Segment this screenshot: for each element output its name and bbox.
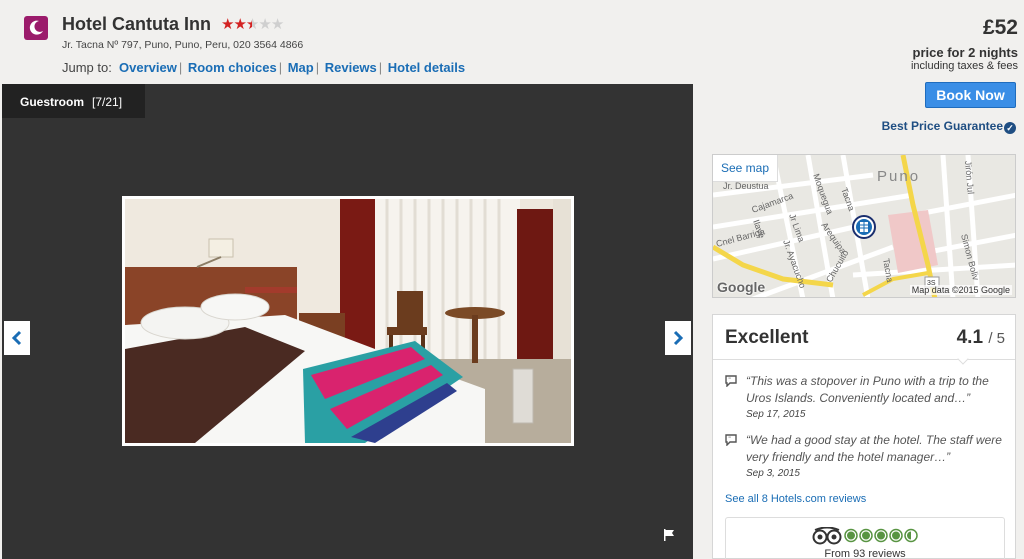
review-text: “We had a good stay at the hotel. The st… [746,433,1002,464]
svg-text:": " [729,437,731,443]
report-flag-icon[interactable] [663,529,675,541]
speech-bubble-icon: " [725,375,737,387]
separator: | [278,60,283,75]
review-date: Sep 17, 2015 [746,409,806,420]
star-full-icon: ★ [233,16,246,33]
hotel-address: Jr. Tacna Nº 797, Puno, Puno, Peru, 020 … [62,39,304,51]
guestroom-image [125,199,571,443]
speech-bubble-icon: " [725,434,737,446]
jump-link-reviews[interactable]: Reviews [325,60,377,75]
tripadvisor-box[interactable]: From 93 reviews [725,517,1005,559]
svg-text:": " [729,378,731,384]
hotel-name: Hotel Cantuta Inn [62,14,211,34]
tripadvisor-review-count: From 93 reviews [824,548,906,559]
book-now-button[interactable]: Book Now [925,82,1016,108]
tripadvisor-bubble-rating [844,528,918,543]
star-full-icon: ★ [221,16,234,33]
map-city-label: Puno [877,168,920,185]
info-icon: ✓ [1004,122,1016,134]
star-empty-icon: ★ [270,16,284,33]
hotels-brand-icon [24,16,48,40]
map-attribution: Map data ©2015 Google [909,285,1012,295]
hotel-page: Hotel Cantuta Inn ★★★★★ Jr. Tacna Nº 797… [0,0,1024,559]
chevron-right-icon [673,330,684,346]
jump-link-overview[interactable]: Overview [119,60,177,75]
see-all-reviews-link[interactable]: See all 8 Hotels.com reviews [725,493,866,505]
rating-scale: / 5 [988,330,1005,347]
review-text: “This was a stopover in Puno with a trip… [746,374,989,405]
divider [713,359,1015,360]
price-amount: £52 [982,16,1018,39]
separator: | [178,60,183,75]
tripadvisor-owl-icon [812,527,842,545]
photo-gallery: Guestroom [7/21] [2,84,693,559]
star-rating: ★★★★★ [221,16,284,33]
jump-link-map[interactable]: Map [288,60,314,75]
google-logo: Google [717,279,766,295]
separator: | [315,60,320,75]
next-photo-button[interactable] [665,321,691,355]
star-half-icon: ★ [245,16,259,33]
guestroom-photo[interactable] [122,196,574,446]
photo-counter: [7/21] [92,95,123,109]
rating-word: Excellent [725,327,809,348]
divider-notch [957,353,969,365]
best-price-guarantee-link[interactable]: Best Price Guarantee ✓ [882,119,1016,134]
separator: | [378,60,383,75]
star-empty-icon: ★ [258,16,271,33]
price-for-nights: price for 2 nights [912,45,1018,60]
jump-to-label: Jump to: [62,60,112,75]
rating-score: 4.1 / 5 [957,327,1005,349]
hotel-header: Hotel Cantuta Inn ★★★★★ Jr. Tacna Nº 797… [0,0,1024,84]
rating-value: 4.1 [956,327,984,348]
jump-link-hotel-details[interactable]: Hotel details [388,60,465,75]
reviews-panel: Excellent 4.1 / 5 " “This was a stopover… [712,314,1016,559]
jump-link-room-choices[interactable]: Room choices [188,60,277,75]
previous-photo-button[interactable] [4,321,30,355]
chevron-left-icon [11,330,22,346]
gallery-caption: Guestroom [7/21] [2,84,145,118]
see-map-link[interactable]: See map [713,155,779,182]
photo-category: Guestroom [20,95,85,109]
price-including-fees: including taxes & fees [910,60,1018,72]
jump-links: Overview | Room choices | Map | Reviews | Ho… [119,60,465,75]
review-date: Sep 3, 2015 [746,468,800,479]
location-map[interactable]: Jr. Deustua Cajamarca Jr Lima Moquegua T… [712,154,1016,298]
street-label: Jr. Deustua [723,181,769,191]
best-price-guarantee-label: Best Price Guarantee [881,119,1003,133]
